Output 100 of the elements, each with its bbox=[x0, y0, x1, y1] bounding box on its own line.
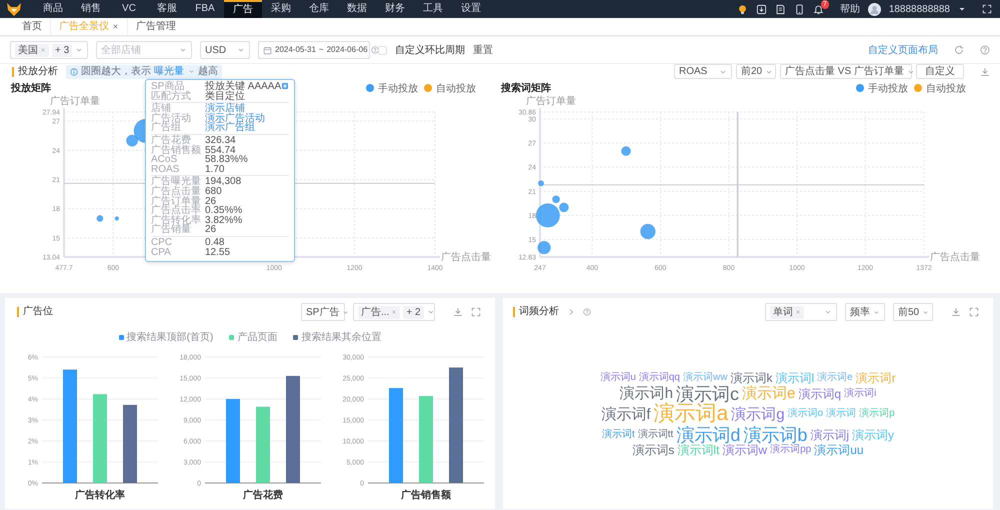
ad-type-select[interactable]: SP广告 bbox=[301, 303, 345, 321]
tooltip-label: 广告销售额 bbox=[151, 146, 202, 156]
word-type-select[interactable]: 单词 bbox=[765, 303, 837, 321]
nav-tab[interactable]: 工具 bbox=[414, 0, 452, 18]
top-count-select[interactable]: 前50 bbox=[893, 303, 933, 321]
refresh-icon[interactable] bbox=[954, 45, 964, 55]
chevron-right-icon[interactable] bbox=[567, 308, 575, 316]
tooltip-label: CPA bbox=[151, 248, 172, 258]
help-link[interactable]: 帮助 bbox=[840, 2, 860, 16]
tooltip-value: 554.74 bbox=[205, 146, 236, 156]
nav-tab[interactable]: 客服 bbox=[148, 0, 186, 18]
section-title: 投放分析 bbox=[12, 66, 58, 76]
checkbox-label: 自定义环比周期 bbox=[395, 44, 465, 58]
lightbulb-icon[interactable] bbox=[736, 4, 748, 14]
close-icon[interactable] bbox=[391, 309, 398, 315]
document-icon[interactable] bbox=[774, 4, 786, 14]
cloud-word: 演示词i bbox=[844, 388, 876, 400]
help-icon[interactable] bbox=[583, 308, 591, 316]
cloud-word: 演示词a bbox=[654, 403, 728, 426]
cloud-word: 演示词pp bbox=[770, 445, 812, 456]
cloud-word: 演示词o bbox=[788, 409, 824, 420]
section-title: 词频分析 bbox=[513, 307, 559, 317]
currency-select[interactable]: USD bbox=[200, 41, 250, 59]
nav-tab[interactable]: VC bbox=[110, 0, 148, 18]
metric-select[interactable]: ROAS bbox=[674, 64, 732, 79]
user-name[interactable]: 18888888888 bbox=[888, 2, 950, 16]
data-point bbox=[538, 180, 544, 186]
legend-label: 搜索结果其余位置 bbox=[301, 330, 382, 345]
reset-link[interactable]: 重置 bbox=[473, 42, 493, 58]
cloud-word: 演示词ww bbox=[683, 373, 728, 384]
tooltip-value: 680 bbox=[205, 186, 222, 197]
tooltip-label: 广告曝光量 bbox=[151, 177, 202, 187]
nav-tab[interactable]: 销售 bbox=[72, 0, 110, 18]
nav-tab[interactable]: 商品 bbox=[34, 0, 72, 18]
axis-category-label: 广告转化率 bbox=[74, 490, 125, 501]
cloud-word: 演示词s bbox=[632, 444, 674, 457]
checkbox[interactable] bbox=[378, 46, 387, 54]
tooltip-value: 类目定位 bbox=[205, 92, 245, 102]
legend-label: 产品页面 bbox=[237, 330, 278, 345]
tooltip-value: 58.83%% bbox=[205, 155, 248, 165]
axis-title: 广告点击量 bbox=[441, 252, 491, 263]
cloud-word: 演示词lt bbox=[677, 444, 720, 457]
cloud-word: 演示词h bbox=[620, 386, 674, 402]
cloud-word: 演示词b bbox=[743, 426, 808, 444]
axis-title: 广告点击量 bbox=[930, 252, 980, 263]
nav-tab[interactable]: 采购 bbox=[262, 0, 300, 18]
help-icon[interactable] bbox=[370, 46, 379, 54]
close-icon[interactable] bbox=[40, 47, 46, 53]
cloud-word: 演示词d bbox=[676, 426, 740, 444]
chart-title: 投放矩阵 bbox=[11, 83, 51, 94]
calendar-icon[interactable] bbox=[263, 46, 272, 54]
cloud-word: 演示词 bbox=[826, 409, 856, 420]
store-select[interactable]: 全部店铺 bbox=[96, 41, 192, 59]
axis-category-label: 广告销售额 bbox=[401, 490, 452, 501]
tooltip-label: 店铺 bbox=[151, 104, 171, 114]
filter-tag[interactable]: 单词 bbox=[770, 306, 804, 318]
help-icon[interactable] bbox=[980, 45, 990, 55]
nav-tab[interactable]: 财务 bbox=[376, 0, 414, 18]
position-select[interactable]: 广告... + 2 bbox=[353, 303, 435, 321]
logo-icon[interactable] bbox=[6, 1, 22, 17]
tooltip-value: 326.34 bbox=[205, 136, 236, 146]
filter-tag[interactable]: 美国 bbox=[15, 44, 49, 56]
nav-tab[interactable]: FBA bbox=[186, 0, 224, 18]
close-icon[interactable] bbox=[795, 309, 801, 315]
close-icon[interactable] bbox=[112, 23, 119, 30]
nav-tab[interactable]: 仓库 bbox=[300, 0, 338, 18]
fullscreen-icon[interactable] bbox=[982, 4, 992, 14]
metric-select[interactable]: 前20 bbox=[736, 64, 776, 79]
sort-metric-select[interactable]: 频率 bbox=[845, 303, 885, 321]
avatar-icon[interactable] bbox=[868, 2, 881, 16]
tooltip-value: 12.55 bbox=[205, 248, 230, 258]
tooltip-label: 广告花费 bbox=[151, 136, 191, 146]
caret-icon[interactable] bbox=[958, 5, 966, 13]
axis-category-label: 广告花费 bbox=[242, 490, 283, 501]
nav-tab[interactable]: 广告 bbox=[224, 0, 262, 18]
filter-tag[interactable]: 广告... bbox=[358, 306, 400, 318]
cloud-word: 演示词l bbox=[775, 372, 814, 385]
tooltip-value: 1.70 bbox=[205, 164, 224, 174]
expand-icon[interactable] bbox=[969, 307, 979, 317]
customize-button[interactable]: 自定义 bbox=[916, 64, 964, 79]
data-point bbox=[640, 224, 656, 240]
cloud-word: 演示词uu bbox=[814, 444, 864, 457]
data-point bbox=[621, 146, 631, 156]
cloud-word: 演示词p bbox=[859, 409, 895, 420]
nav-tab[interactable]: 数据 bbox=[338, 0, 376, 18]
cloud-word: 演示词g bbox=[731, 406, 785, 422]
legend-label: 自动投放 bbox=[436, 84, 476, 94]
section-title: 广告位 bbox=[17, 307, 53, 317]
metric-select[interactable]: 广告点击量 VS 广告订单量 bbox=[780, 64, 912, 79]
page-tab[interactable]: 首页 bbox=[14, 18, 50, 35]
expand-icon[interactable] bbox=[471, 307, 481, 317]
tooltip-label: ACoS bbox=[151, 155, 178, 165]
nav-tab[interactable]: 设置 bbox=[452, 0, 490, 18]
phone-icon[interactable] bbox=[794, 4, 805, 14]
copy-icon[interactable] bbox=[281, 82, 290, 90]
page-tab[interactable]: 广告管理 bbox=[128, 18, 184, 35]
country-select[interactable]: 美国 + 3 bbox=[10, 41, 88, 59]
data-point bbox=[96, 215, 104, 222]
bell-icon[interactable] bbox=[812, 4, 824, 14]
tooltip-value: 194,308 bbox=[205, 177, 242, 187]
